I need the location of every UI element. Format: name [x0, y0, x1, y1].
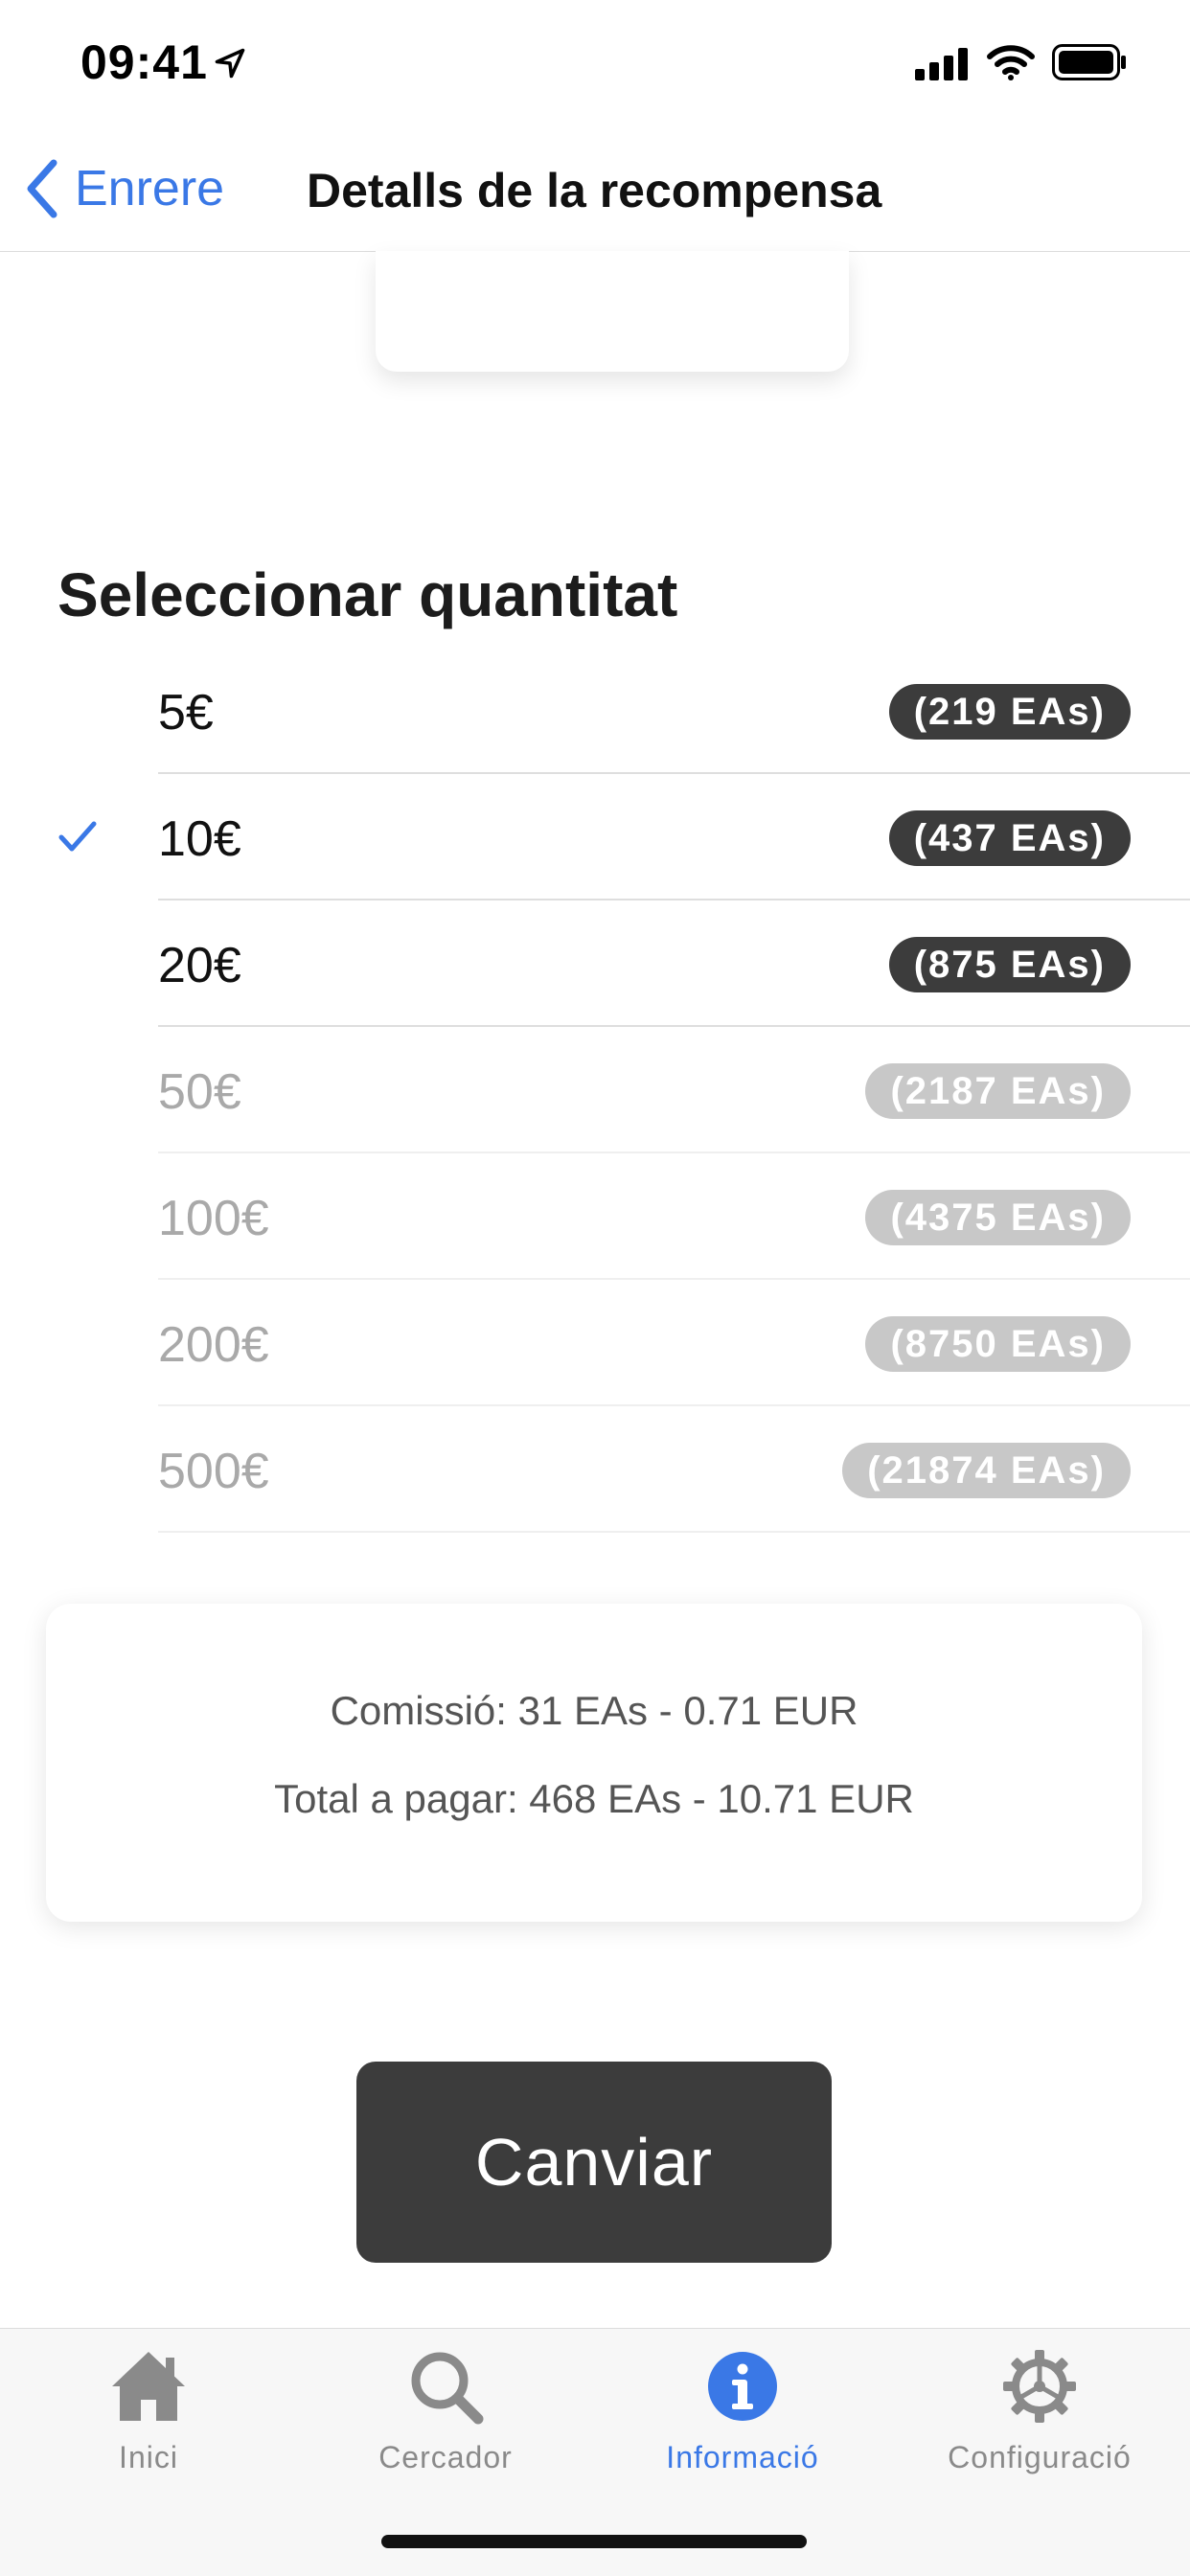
- tab-search[interactable]: Cercador: [297, 2346, 594, 2475]
- tab-settings[interactable]: Configuració: [891, 2346, 1188, 2475]
- gear-icon: [1003, 2350, 1076, 2423]
- battery-icon: [1052, 44, 1126, 80]
- status-bar: 09:41: [0, 0, 1190, 126]
- chevron-left-icon: [27, 159, 57, 218]
- amount-option-selected[interactable]: 10€ (437 EAs): [0, 774, 1190, 900]
- signal-icon: [915, 48, 968, 80]
- tab-label: Informació: [666, 2440, 819, 2474]
- home-indicator: [381, 2535, 807, 2548]
- row-divider: [158, 1531, 1190, 1533]
- amount-option-disabled: 100€ (4375 EAs): [0, 1153, 1190, 1280]
- ea-badge: (8750 EAs): [865, 1316, 1131, 1372]
- amount-list: 5€ (219 EAs) 10€ (437 EAs) 20€ (875 EAs)…: [0, 648, 1190, 1533]
- summary-card: Comissió: 31 EAs - 0.71 EUR Total a paga…: [46, 1604, 1142, 1922]
- amount-label: 10€: [158, 811, 241, 867]
- amount-option[interactable]: 5€ (219 EAs): [0, 648, 1190, 774]
- amount-label: 200€: [158, 1317, 269, 1373]
- tab-label: Cercador: [378, 2440, 513, 2474]
- exchange-button[interactable]: Canviar: [356, 2062, 832, 2263]
- checkmark-icon: [58, 821, 97, 852]
- ea-badge: (21874 EAs): [842, 1443, 1131, 1498]
- search-icon: [411, 2352, 484, 2425]
- status-time: 09:41: [80, 35, 208, 89]
- amount-option-disabled: 200€ (8750 EAs): [0, 1280, 1190, 1406]
- amount-label: 20€: [158, 938, 241, 993]
- ea-badge: (219 EAs): [888, 684, 1131, 740]
- amount-label: 50€: [158, 1064, 241, 1120]
- amount-label: 100€: [158, 1191, 269, 1246]
- total-text: Total a pagar: 468 EAs - 10.71 EUR: [274, 1776, 914, 1821]
- page-title: Detalls de la recompensa: [307, 164, 882, 217]
- back-button[interactable]: Enrere: [25, 159, 224, 218]
- amount-option[interactable]: 20€ (875 EAs): [0, 900, 1190, 1027]
- navigation-bar: Enrere Detalls de la recompensa: [0, 126, 1190, 252]
- wifi-icon: [987, 45, 1035, 80]
- ea-badge: (2187 EAs): [865, 1063, 1131, 1119]
- amount-label: 500€: [158, 1444, 269, 1499]
- ea-badge: (4375 EAs): [865, 1190, 1131, 1245]
- amount-label: 5€: [158, 685, 214, 741]
- tab-info[interactable]: Informació: [594, 2346, 891, 2475]
- amount-option-disabled: 500€ (21874 EAs): [0, 1406, 1190, 1533]
- tab-label: Inici: [119, 2440, 178, 2474]
- reward-card: [376, 251, 849, 372]
- tab-label: Configuració: [948, 2440, 1132, 2474]
- ea-badge: (875 EAs): [888, 937, 1131, 992]
- back-label: Enrere: [75, 161, 225, 217]
- fee-text: Comissió: 31 EAs - 0.71 EUR: [330, 1688, 858, 1733]
- section-title: Seleccionar quantitat: [57, 560, 678, 629]
- ea-badge: (437 EAs): [888, 810, 1131, 866]
- info-icon: [708, 2352, 777, 2421]
- home-icon: [112, 2352, 185, 2421]
- amount-option-disabled: 50€ (2187 EAs): [0, 1027, 1190, 1153]
- location-arrow-icon: [215, 48, 245, 79]
- tab-home[interactable]: Inici: [0, 2346, 297, 2475]
